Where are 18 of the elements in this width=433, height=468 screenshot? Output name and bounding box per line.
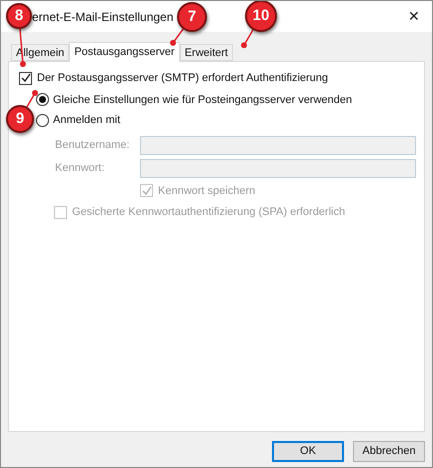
checkbox-label: Kennwort speichern (158, 184, 256, 198)
close-button[interactable]: ✕ (408, 6, 420, 27)
radio-label: Anmelden mit (53, 113, 120, 128)
field-label: Kennwort: (55, 160, 106, 176)
radio-button[interactable] (36, 93, 49, 106)
leader-line (24, 90, 38, 110)
tab[interactable]: Erweitert (180, 44, 233, 61)
dialog-button[interactable]: OK (272, 441, 344, 462)
checkbox-label: Der Postausgangsserver (SMTP) erfordert Authentifizierung (37, 71, 328, 86)
tab[interactable]: Postausgangsserver (69, 42, 180, 62)
radio-button[interactable] (36, 114, 49, 127)
checkbox-label: Gesicherte Kennwortauthentifizierung (SPA) erforderlich (72, 205, 346, 220)
field-label: Benutzername: (55, 138, 131, 153)
checkbox[interactable] (19, 72, 32, 85)
dialog-button[interactable]: Abbrechen (353, 441, 425, 462)
radio-label: Gleiche Einstellungen wie für Posteingangsserver verwenden (53, 92, 352, 108)
leader-line (170, 26, 186, 46)
window-title: ernet-E-Mail-Einstellungen (32, 8, 174, 26)
